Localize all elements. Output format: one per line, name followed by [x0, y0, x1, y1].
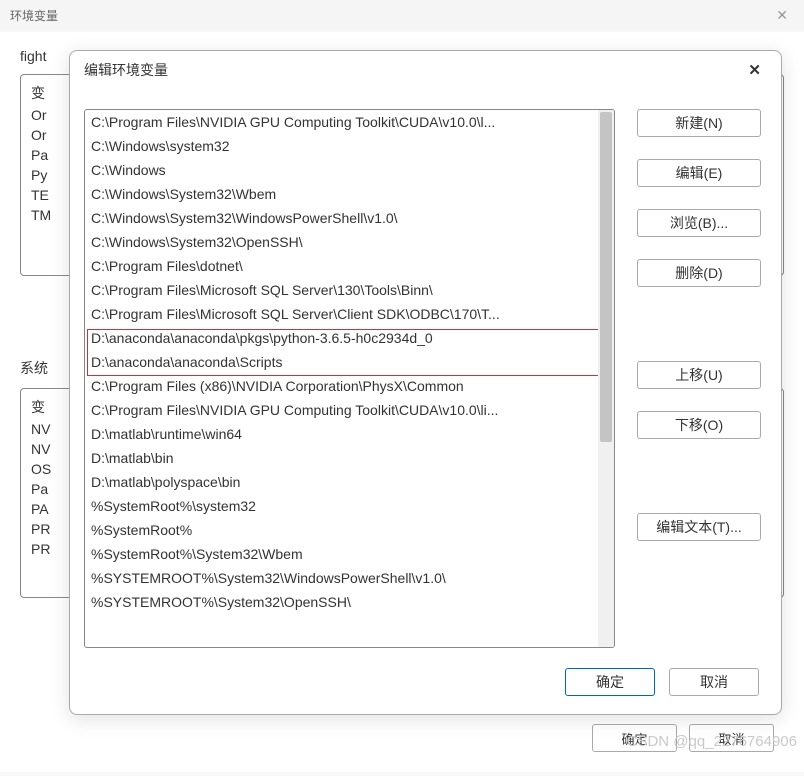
list-item[interactable]: D:\matlab\bin [85, 446, 614, 470]
list-item[interactable]: C:\Program Files\NVIDIA GPU Computing To… [85, 398, 614, 422]
browse-button[interactable]: 浏览(B)... [637, 209, 761, 237]
move-up-button[interactable]: 上移(U) [637, 361, 761, 389]
delete-button[interactable]: 删除(D) [637, 259, 761, 287]
scroll-thumb[interactable] [600, 112, 612, 442]
path-listbox[interactable]: C:\Program Files\NVIDIA GPU Computing To… [84, 109, 615, 648]
list-item[interactable]: %SystemRoot%\System32\Wbem [85, 542, 614, 566]
list-item[interactable]: D:\matlab\polyspace\bin [85, 470, 614, 494]
move-down-button[interactable]: 下移(O) [637, 411, 761, 439]
list-item[interactable]: D:\matlab\runtime\win64 [85, 422, 614, 446]
edit-title: 编辑环境变量 [84, 60, 168, 80]
edit-body: C:\Program Files\NVIDIA GPU Computing To… [70, 89, 781, 660]
list-item[interactable]: C:\Windows\System32\Wbem [85, 182, 614, 206]
list-item[interactable]: C:\Program Files\Microsoft SQL Server\Cl… [85, 302, 614, 326]
list-item[interactable]: %SYSTEMROOT%\System32\WindowsPowerShell\… [85, 566, 614, 590]
path-list-wrapper: C:\Program Files\NVIDIA GPU Computing To… [84, 109, 615, 648]
list-item[interactable]: %SYSTEMROOT%\System32\OpenSSH\ [85, 590, 614, 614]
parent-title: 环境变量 [10, 7, 58, 24]
close-icon[interactable]: ✕ [742, 59, 767, 81]
list-item[interactable]: C:\Windows\System32\WindowsPowerShell\v1… [85, 206, 614, 230]
action-buttons-column: 新建(N) 编辑(E) 浏览(B)... 删除(D) 上移(U) 下移(O) 编… [637, 109, 761, 648]
ok-button[interactable]: 确定 [592, 724, 677, 752]
edit-text-button[interactable]: 编辑文本(T)... [637, 513, 761, 541]
list-item[interactable]: C:\Program Files\NVIDIA GPU Computing To… [85, 110, 614, 134]
list-item[interactable]: %SystemRoot% [85, 518, 614, 542]
edit-footer: 确定 取消 [70, 660, 781, 714]
scrollbar[interactable] [598, 110, 614, 647]
list-item[interactable]: C:\Program Files\dotnet\ [85, 254, 614, 278]
edit-env-var-dialog: 编辑环境变量 ✕ C:\Program Files\NVIDIA GPU Com… [69, 50, 782, 715]
ok-button[interactable]: 确定 [565, 668, 655, 696]
new-button[interactable]: 新建(N) [637, 109, 761, 137]
spacer [637, 309, 761, 339]
list-item[interactable]: D:\anaconda\anaconda\Scripts [85, 350, 614, 374]
list-item[interactable]: C:\Program Files\Microsoft SQL Server\13… [85, 278, 614, 302]
list-item[interactable]: C:\Windows\System32\OpenSSH\ [85, 230, 614, 254]
parent-titlebar: 环境变量 ✕ [0, 0, 804, 30]
list-item[interactable]: C:\Program Files (x86)\NVIDIA Corporatio… [85, 374, 614, 398]
list-item[interactable]: C:\Windows\system32 [85, 134, 614, 158]
list-item[interactable]: %SystemRoot%\system32 [85, 494, 614, 518]
cancel-button[interactable]: 取消 [669, 668, 759, 696]
list-item[interactable]: C:\Windows [85, 158, 614, 182]
spacer [637, 461, 761, 491]
edit-titlebar: 编辑环境变量 ✕ [70, 51, 781, 89]
list-item[interactable]: D:\anaconda\anaconda\pkgs\python-3.6.5-h… [85, 326, 614, 350]
edit-button[interactable]: 编辑(E) [637, 159, 761, 187]
close-icon[interactable]: ✕ [770, 7, 794, 24]
cancel-button[interactable]: 取消 [689, 724, 774, 752]
